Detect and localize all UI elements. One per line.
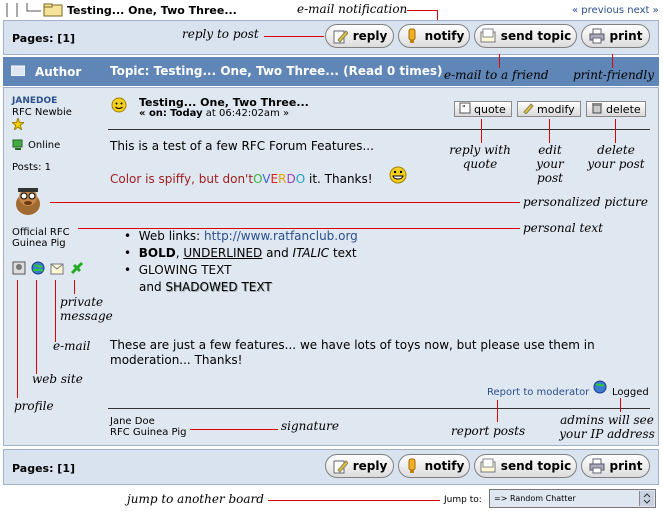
topic-title: Topic: Testing... One, Two Three... (Rea…: [110, 64, 443, 78]
annotation-email: e-mail: [53, 339, 91, 353]
annotation-private-message: private message: [60, 295, 113, 323]
letter-icon: [480, 458, 496, 474]
personal-text: Official RFC Guinea Pig: [12, 227, 70, 249]
post-icon: [111, 97, 127, 116]
report-to-moderator-link[interactable]: Report to moderator: [487, 387, 589, 398]
annotation-signature: signature: [281, 419, 339, 433]
print-button[interactable]: print: [581, 24, 650, 48]
author-rank: RFC Newbie: [12, 107, 72, 118]
annotation-email-notification: e-mail notification: [297, 2, 408, 16]
private-message-icon[interactable]: [70, 261, 84, 278]
post: JANEDOE RFC Newbie Online Posts: 1 Offic…: [3, 87, 659, 446]
send-topic-button[interactable]: send topic: [474, 24, 577, 48]
online-status: Online: [28, 140, 61, 151]
pages-label[interactable]: Pages: [1]: [12, 462, 75, 475]
post-closing: These are just a few features... we have…: [110, 338, 595, 367]
quote-button[interactable]: " quote: [454, 101, 512, 117]
annotation-delete-post: delete your post: [587, 143, 645, 171]
pager: « previous next »: [572, 5, 659, 16]
email-icon[interactable]: [50, 261, 64, 278]
pencil-icon: [522, 102, 534, 117]
ip-globe-icon: [593, 380, 607, 397]
author-name[interactable]: JANEDOE: [12, 96, 57, 106]
letter-icon: [480, 28, 496, 44]
list-item: and SHADOWED TEXT: [139, 280, 272, 294]
annotation-admins-ip: admins will see your IP address: [559, 413, 655, 441]
avatar: [12, 184, 44, 216]
jump-label: Jump to:: [444, 495, 482, 505]
author-column-label: Author: [35, 65, 82, 79]
jump-select[interactable]: => Random Chatter: [489, 489, 656, 508]
bell-icon: [404, 458, 420, 474]
quote-icon: ": [459, 102, 471, 117]
folder-icon: [10, 64, 26, 77]
svg-text:": ": [462, 104, 466, 113]
reply-button[interactable]: reply: [325, 454, 394, 478]
signature-divider: [108, 408, 650, 409]
pencil-paper-icon: [332, 28, 349, 44]
divider: [108, 129, 650, 130]
printer-icon: [589, 28, 605, 44]
pages-label[interactable]: Pages: [1]: [12, 32, 75, 45]
annotation-personalized-picture: personalized picture: [523, 195, 649, 209]
list-item: • GLOWING TEXT: [124, 263, 232, 277]
annotation-personal-text: personal text: [523, 221, 603, 235]
web-site-icon[interactable]: [31, 261, 45, 278]
web-link[interactable]: http://www.ratfanclub.org: [204, 229, 358, 243]
post-count: Posts: 1: [12, 162, 52, 173]
trash-icon: [591, 102, 603, 117]
feature-list: • Web links: http://www.ratfanclub.org •…: [124, 228, 358, 296]
next-link[interactable]: next »: [627, 5, 658, 16]
annotation-jump-board: jump to another board: [127, 492, 264, 506]
annotation-report-posts: report posts: [451, 424, 526, 438]
post-date: « on: Today at 06:42:02am »: [139, 108, 290, 119]
annotation-edit-post: edit your post: [536, 143, 564, 185]
logged-label: Logged: [612, 387, 649, 398]
list-item: • Web links: http://www.ratfanclub.org: [124, 229, 358, 243]
list-item: • BOLD, UNDERLINED and ITALIC text: [124, 246, 357, 260]
annotation-reply-with-quote: reply with quote: [449, 143, 511, 171]
annotation-reply-to-post: reply to post: [182, 27, 259, 41]
color-line: Color is spiffy, but don'tOVERDO it. Tha…: [110, 172, 373, 186]
profile-icon[interactable]: [12, 261, 26, 278]
annotation-print-friendly: print-friendly: [573, 68, 655, 82]
notify-button[interactable]: notify: [398, 454, 470, 478]
star-icon: [10, 116, 26, 133]
author-sidebar: JANEDOE RFC Newbie Online Posts: 1 Offic…: [4, 88, 104, 445]
delete-button[interactable]: delete: [586, 101, 646, 117]
send-topic-button[interactable]: send topic: [474, 454, 577, 478]
chevron-down-icon: [639, 491, 654, 506]
annotation-web-site: web site: [32, 372, 83, 386]
pencil-paper-icon: [332, 458, 349, 474]
tree-icon: [4, 3, 66, 17]
annotation-email-friend: e-mail to a friend: [444, 68, 549, 82]
previous-link[interactable]: « previous: [572, 5, 624, 16]
post-intro: This is a test of a few RFC Forum Featur…: [110, 139, 374, 153]
bell-icon: [404, 28, 420, 44]
print-button[interactable]: print: [581, 454, 650, 478]
notify-button[interactable]: notify: [398, 24, 470, 48]
annotation-profile: profile: [14, 399, 54, 413]
reply-button[interactable]: reply: [325, 24, 394, 48]
signature: Jane Doe RFC Guinea Pig: [110, 416, 187, 438]
breadcrumb[interactable]: Testing... One, Two Three...: [67, 4, 237, 17]
online-icon: [12, 139, 24, 154]
printer-icon: [589, 458, 605, 474]
topic-header: Author Topic: Testing... One, Two Three.…: [3, 57, 659, 86]
grin-smiley-icon: [389, 166, 407, 187]
modify-button[interactable]: modify: [517, 101, 581, 117]
